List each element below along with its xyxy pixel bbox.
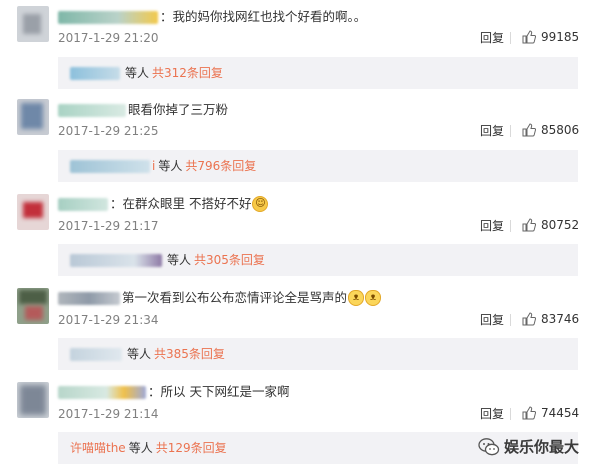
avatar[interactable]	[17, 99, 49, 135]
like-count: 80752	[541, 218, 580, 232]
comment-text: ：我的妈你找网红也找个好看的啊。。	[160, 9, 367, 24]
comment-text: ：在群众眼里 不搭好不好	[110, 196, 252, 211]
cat-face-emoji-icon: ᴥ	[365, 290, 382, 306]
replies-summary[interactable]: i 等人 共796条回复	[58, 150, 578, 182]
reply-user-partial[interactable]: i	[152, 150, 155, 182]
watermark-text: 娱乐你最大	[504, 438, 580, 456]
like-button[interactable]: 74454	[522, 406, 579, 420]
avatar[interactable]	[17, 194, 49, 230]
like-count: 99185	[541, 30, 580, 44]
like-button[interactable]: 99185	[522, 30, 579, 44]
like-count: 85806	[541, 123, 580, 137]
replies-suffix: 等人	[125, 66, 150, 80]
avatar[interactable]	[17, 288, 49, 324]
replies-count-link[interactable]: 共385条回复	[154, 338, 225, 370]
divider	[510, 125, 511, 137]
replies-count-link[interactable]: 共312条回复	[152, 57, 223, 89]
username-blurred[interactable]	[58, 103, 126, 117]
thumbs-up-icon	[522, 123, 536, 137]
like-button[interactable]: 80752	[522, 218, 579, 232]
comment-text: 眼看你掉了三万粉	[128, 102, 229, 117]
replies-suffix: 等人	[128, 441, 153, 455]
replies-suffix: 等人	[158, 159, 183, 173]
divider	[510, 408, 511, 420]
like-button[interactable]: 83746	[522, 312, 579, 326]
thumbs-up-icon	[522, 312, 536, 326]
like-count: 74454	[541, 406, 580, 420]
reply-button[interactable]: 回复	[480, 219, 504, 233]
timestamp: 2017-1-29 21:20	[58, 31, 159, 45]
replies-count-link[interactable]: 共305条回复	[194, 244, 265, 276]
reply-button[interactable]: 回复	[480, 313, 504, 327]
reply-users-blurred	[70, 66, 120, 80]
replies-count-link[interactable]: 共129条回复	[156, 432, 227, 464]
comment-text: ：所以 天下网红是一家啊	[148, 384, 290, 399]
timestamp: 2017-1-29 21:14	[58, 407, 159, 421]
watermark: 娱乐你最大	[478, 436, 579, 457]
avatar[interactable]	[17, 382, 49, 418]
divider	[510, 32, 511, 44]
reply-users-blurred	[70, 159, 150, 173]
replies-summary[interactable]: 等人 共385条回复	[58, 338, 578, 370]
reply-users-blurred	[70, 347, 122, 361]
username-blurred[interactable]	[58, 197, 108, 211]
thumbs-up-icon	[522, 406, 536, 420]
divider	[510, 314, 511, 326]
timestamp: 2017-1-29 21:17	[58, 219, 159, 233]
reply-button[interactable]: 回复	[480, 407, 504, 421]
replies-summary[interactable]: 等人 共312条回复	[58, 57, 578, 89]
replies-suffix: 等人	[127, 347, 152, 361]
comment-text: 第一次看到公布公布恋情评论全是骂声的	[122, 290, 348, 305]
replies-count-link[interactable]: 共796条回复	[185, 150, 256, 182]
username-blurred[interactable]	[58, 385, 146, 399]
like-button[interactable]: 85806	[522, 123, 579, 137]
thumbs-up-icon	[522, 30, 536, 44]
divider	[510, 220, 511, 232]
avatar[interactable]	[17, 6, 49, 42]
timestamp: 2017-1-29 21:34	[58, 313, 159, 327]
reply-user-name[interactable]: 许喵喵the	[70, 432, 126, 464]
timestamp: 2017-1-29 21:25	[58, 124, 159, 138]
replies-summary[interactable]: 等人 共305条回复	[58, 244, 578, 276]
username-blurred[interactable]	[58, 10, 158, 24]
thumbs-up-icon	[522, 218, 536, 232]
cat-face-emoji-icon: ᴥ	[348, 290, 365, 306]
like-count: 83746	[541, 312, 580, 326]
replies-suffix: 等人	[167, 253, 192, 267]
reply-button[interactable]: 回复	[480, 31, 504, 45]
username-blurred[interactable]	[58, 291, 120, 305]
wechat-icon	[478, 437, 500, 455]
reply-button[interactable]: 回复	[480, 124, 504, 138]
smile-emoji-icon: ☺	[252, 196, 269, 212]
reply-users-blurred	[70, 253, 162, 267]
